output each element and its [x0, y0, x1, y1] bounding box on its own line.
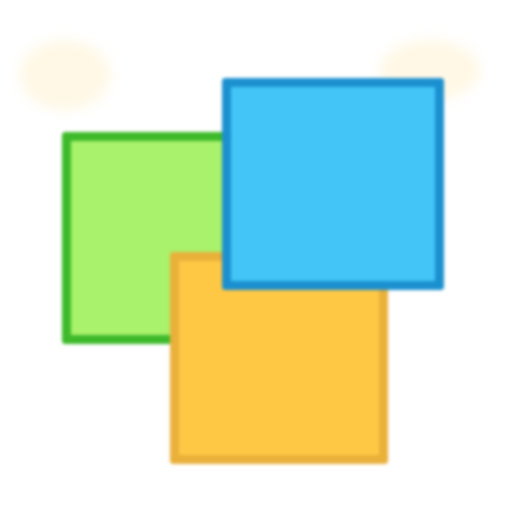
background-glow — [20, 40, 110, 110]
blue-square — [222, 78, 444, 290]
icon-canvas — [0, 0, 508, 528]
